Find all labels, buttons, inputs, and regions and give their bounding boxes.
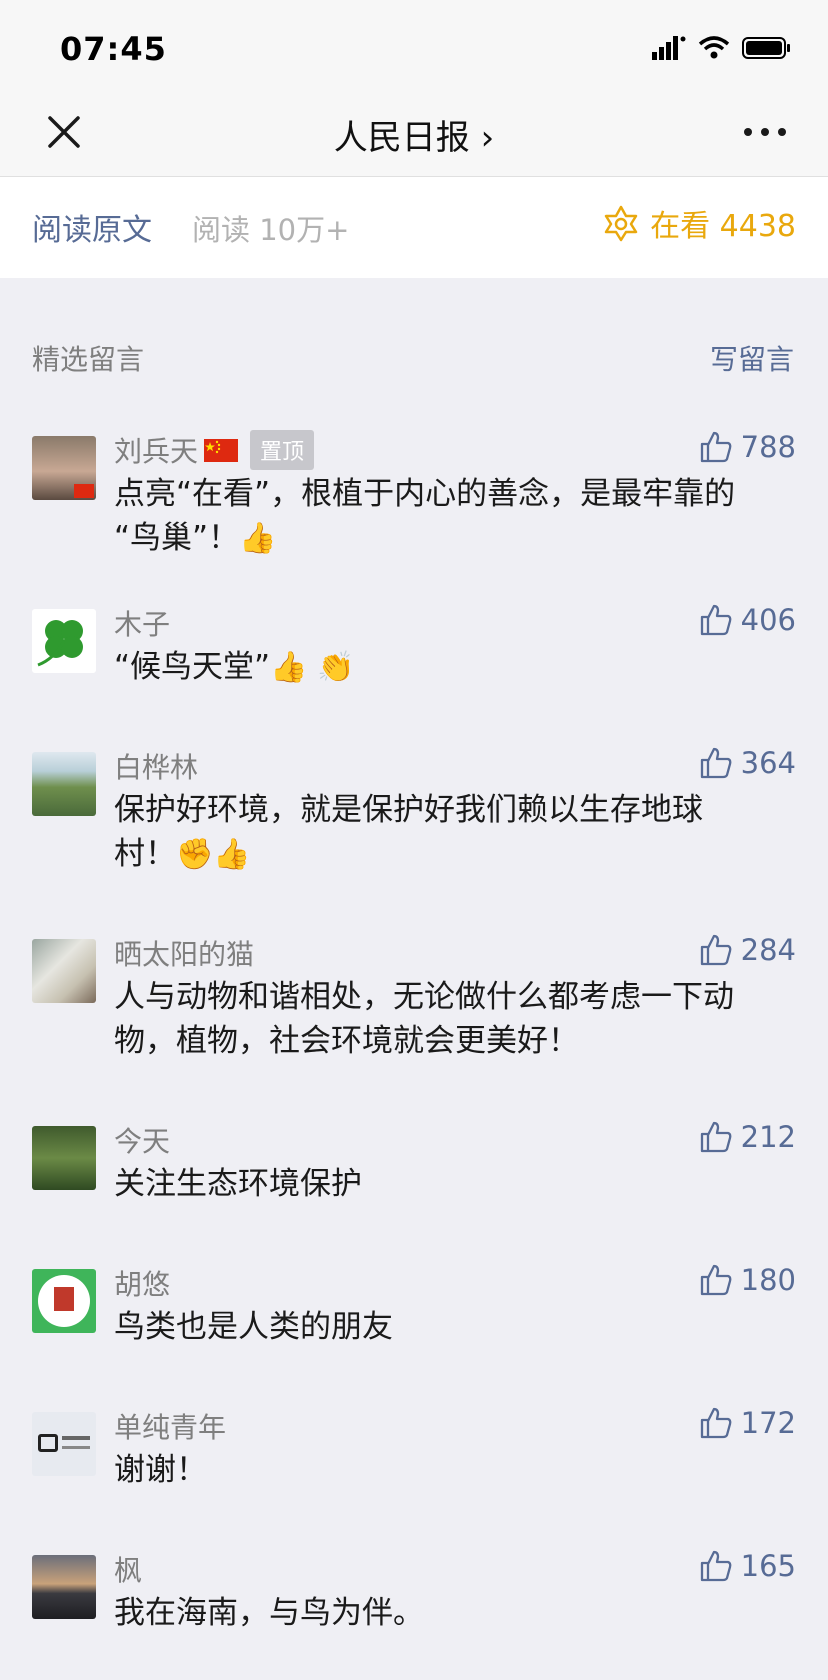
- read-bar: 阅读原文 阅读 10万+ 在看 4438: [0, 177, 828, 278]
- avatar[interactable]: [32, 436, 96, 500]
- like-button[interactable]: 406: [699, 603, 796, 637]
- china-flag-icon: [204, 438, 239, 462]
- thumbs-up-emoji: 👍: [239, 521, 277, 556]
- zaikan-button[interactable]: 在看 4438: [602, 201, 796, 245]
- featured-comments-heading: 精选留言: [32, 343, 145, 376]
- comment-author: 白桦林: [114, 751, 199, 784]
- comment-text: “候鸟天堂”: [114, 649, 271, 685]
- like-count: 406: [740, 603, 796, 637]
- like-button[interactable]: 165: [699, 1549, 796, 1583]
- wifi-icon: [698, 36, 730, 59]
- avatar[interactable]: [32, 752, 96, 816]
- thumbs-clap-emoji: 👍 👏: [270, 650, 355, 685]
- pinned-badge: 置顶: [250, 430, 315, 470]
- status-icons: [652, 36, 792, 60]
- avatar[interactable]: [32, 1412, 96, 1476]
- comment-author: 刘兵天: [114, 435, 199, 468]
- comment-text: 人与动物和谐相处，无论做什么都考虑一下动 物，植物，社会环境就会更美好！: [114, 979, 734, 1059]
- avatar[interactable]: [32, 1126, 96, 1190]
- like-count: 180: [740, 1263, 796, 1297]
- thumbs-up-icon: [700, 1407, 732, 1439]
- status-time: 07:45: [60, 30, 167, 68]
- thumbs-up-icon: [700, 934, 732, 966]
- status-bar: 07:45: [0, 0, 828, 88]
- like-count: 165: [740, 1549, 796, 1583]
- zaikan-label: 在看 4438: [650, 209, 796, 244]
- clover-icon: [37, 620, 83, 667]
- thumbs-up-icon: [700, 1121, 732, 1153]
- comment-author: 单纯青年: [114, 1411, 227, 1444]
- like-button[interactable]: 180: [699, 1263, 796, 1297]
- fist-thumbs-emoji: ✊👍: [176, 837, 251, 872]
- avatar[interactable]: [32, 1555, 96, 1619]
- comments-section: 精选留言 写留言 刘兵天 置顶 788 点亮“在看”，根植于内心的善念，是最牢靠…: [0, 278, 828, 1680]
- more-icon[interactable]: [740, 112, 790, 152]
- thumbs-up-icon: [700, 604, 732, 636]
- like-count: 788: [740, 430, 796, 464]
- like-count: 284: [740, 933, 796, 967]
- read-count: 阅读 10万+: [192, 213, 350, 247]
- thumbs-up-icon: [700, 1264, 732, 1296]
- avatar[interactable]: [32, 939, 96, 1003]
- page-title[interactable]: 人民日报 ›: [0, 110, 828, 159]
- like-count: 212: [740, 1120, 796, 1154]
- comment-text: 谢谢！: [114, 1452, 207, 1488]
- comment-author: 木子: [114, 608, 171, 641]
- avatar[interactable]: [32, 609, 96, 673]
- signal-icon: [652, 36, 686, 60]
- nav-bar: 人民日报 ›: [0, 88, 828, 177]
- read-original-link[interactable]: 阅读原文: [32, 205, 152, 249]
- comment-text: 鸟类也是人类的朋友: [114, 1309, 393, 1345]
- like-button[interactable]: 364: [699, 746, 796, 780]
- battery-icon: [742, 37, 790, 59]
- comment-author: 枫: [114, 1554, 143, 1587]
- like-button[interactable]: 284: [699, 933, 796, 967]
- zaikan-star-icon: [604, 205, 638, 242]
- like-count: 364: [740, 746, 796, 780]
- like-button[interactable]: 172: [699, 1406, 796, 1440]
- like-button[interactable]: 788: [699, 430, 796, 464]
- comment-text: 关注生态环境保护: [114, 1166, 362, 1202]
- comment-author: 晒太阳的猫: [114, 938, 255, 971]
- thumbs-up-icon: [700, 431, 732, 463]
- comment-author: 今天: [114, 1125, 171, 1158]
- like-count: 172: [740, 1406, 796, 1440]
- thumbs-up-icon: [700, 1550, 732, 1582]
- avatar[interactable]: [32, 1269, 96, 1333]
- write-comment-button[interactable]: 写留言: [710, 338, 794, 378]
- like-button[interactable]: 212: [699, 1120, 796, 1154]
- thumbs-up-icon: [700, 747, 732, 779]
- comment-author: 胡悠: [114, 1268, 171, 1301]
- comment-text: 我在海南，与鸟为伴。: [114, 1595, 424, 1631]
- comment-text: 点亮“在看”，根植于内心的善念，是最牢靠的 “鸟巢”！: [114, 476, 736, 556]
